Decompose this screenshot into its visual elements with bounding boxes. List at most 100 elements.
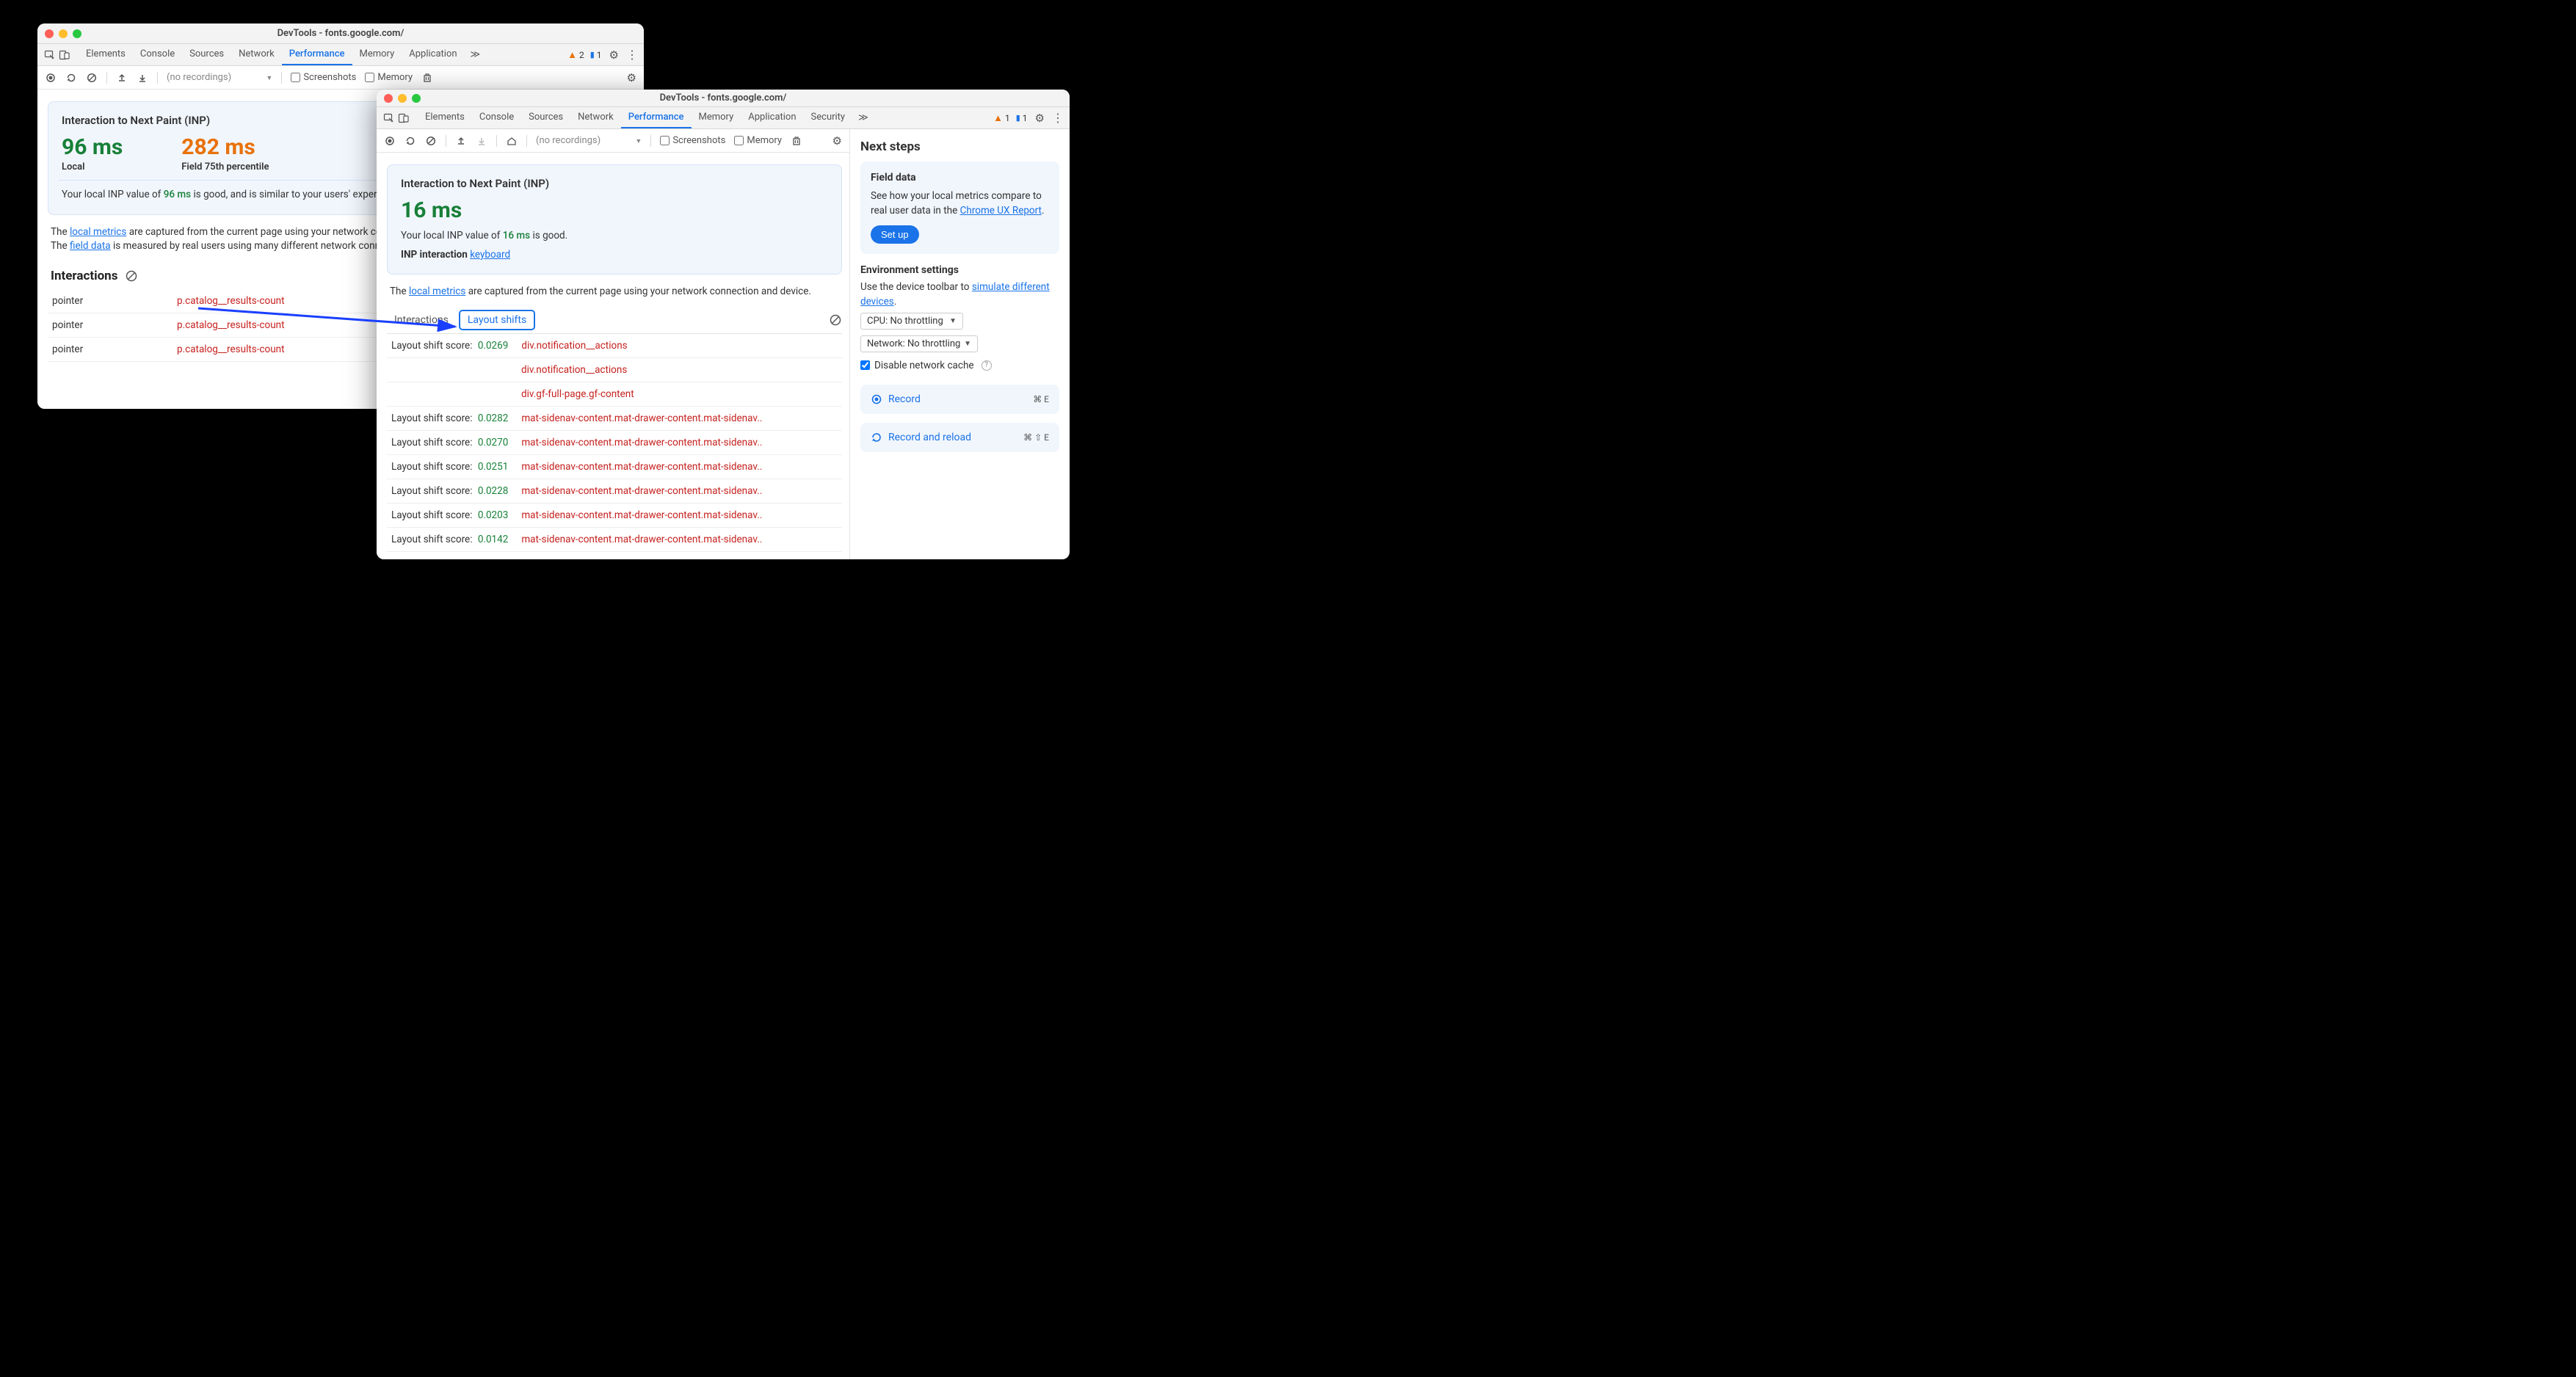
panel-settings-icon[interactable]: ⚙ [832,134,842,148]
tab-sources[interactable]: Sources [521,107,570,128]
recordings-dropdown[interactable]: (no recordings) ▼ [167,72,272,83]
inspect-icon[interactable] [382,112,396,125]
devtools-window-2: DevTools - fonts.google.com/ Elements Co… [377,90,1070,559]
side-heading: Next steps [860,139,1059,154]
record-reload-action[interactable]: Record and reload ⌘ ⇧ E [860,423,1059,452]
warn-count: 1 [1005,113,1010,123]
record-shortcut: ⌘ E [1033,394,1049,404]
field-data-card: Field data See how your local metrics co… [860,161,1059,254]
clear-icon[interactable] [425,135,437,147]
settings-icon[interactable]: ⚙ [1035,112,1045,125]
kebab-icon[interactable]: ⋮ [1052,111,1064,125]
tab-elements[interactable]: Elements [418,107,472,128]
crux-link[interactable]: Chrome UX Report [960,205,1042,217]
reload-icon[interactable] [65,72,77,84]
tab-elements[interactable]: Elements [79,44,133,65]
info-count: 1 [597,50,602,60]
record-icon[interactable] [45,72,57,84]
setup-button[interactable]: Set up [871,225,919,244]
table-row[interactable]: div.gf-full-page.gf-content [387,382,842,407]
record-action[interactable]: Record ⌘ E [860,385,1059,414]
window-title: DevTools - fonts.google.com/ [37,28,644,39]
tab-sources[interactable]: Sources [182,44,231,65]
table-row[interactable]: Layout shift score: 0.0251 mat-sidenav-c… [387,455,842,479]
tab-network[interactable]: Network [231,44,282,65]
record-icon[interactable] [384,135,396,147]
upload-icon[interactable] [116,72,128,84]
table-row[interactable]: Layout shift score: 0.0270 mat-sidenav-c… [387,431,842,455]
tab-interactions[interactable]: Interactions [387,310,456,330]
titlebar: DevTools - fonts.google.com/ [377,90,1070,107]
home-icon[interactable] [506,135,518,147]
inp-interaction-link[interactable]: keyboard [470,249,510,261]
screenshots-checkbox[interactable]: Screenshots [291,72,356,83]
tab-console[interactable]: Console [472,107,521,128]
tab-memory[interactable]: Memory [352,44,402,65]
recordings-dropdown[interactable]: (no recordings) ▼ [536,135,642,146]
warnings-badge[interactable]: ▲2 [567,49,584,61]
panel-settings-icon[interactable]: ⚙ [627,71,636,84]
table-row[interactable]: Layout shift score: 0.0228 mat-sidenav-c… [387,479,842,504]
clear-icon[interactable] [86,72,98,84]
memory-checkbox[interactable]: Memory [734,135,782,146]
device-toolbar-icon[interactable] [397,112,410,125]
kebab-icon[interactable]: ⋮ [626,48,638,62]
main-tabbar: Elements Console Sources Network Perform… [37,44,644,66]
local-metrics-link[interactable]: local metrics [409,286,465,297]
table-row[interactable]: Layout shift score: 0.0282 mat-sidenav-c… [387,407,842,431]
side-panel: Next steps Field data See how your local… [849,129,1070,559]
issues-badge[interactable]: ▮1 [590,50,602,60]
screenshots-checkbox[interactable]: Screenshots [660,135,725,146]
tab-performance[interactable]: Performance [621,107,692,128]
more-tabs-icon[interactable]: ≫ [466,49,485,60]
table-row[interactable]: div.notification__actions [387,358,842,382]
memory-checkbox[interactable]: Memory [365,72,413,83]
env-body: Use the device toolbar to simulate diffe… [860,280,1059,309]
interaction-type: pointer [52,319,177,331]
disable-cache-checkbox[interactable] [860,360,870,370]
tab-memory[interactable]: Memory [692,107,741,128]
inp-local-label: Local [62,161,123,172]
tab-performance[interactable]: Performance [282,44,352,65]
field-data-link[interactable]: field data [70,240,111,252]
settings-icon[interactable]: ⚙ [609,48,619,62]
inp-card: Interaction to Next Paint (INP) 16 ms Yo… [387,164,842,275]
tab-layout-shifts[interactable]: Layout shifts [459,310,535,330]
table-row[interactable]: Layout shift score: 0.0203 mat-sidenav-c… [387,504,842,528]
reload-icon[interactable] [404,135,416,147]
warnings-badge[interactable]: ▲1 [993,112,1010,124]
perf-toolbar: (no recordings) ▼ Screenshots Memory ⚙ [37,66,644,90]
inp-heading: Interaction to Next Paint (INP) [401,177,828,190]
download-icon[interactable] [476,135,487,147]
record-reload-shortcut: ⌘ ⇧ E [1023,432,1049,443]
sub-tablist: Interactions Layout shifts [387,305,842,334]
network-throttle-select[interactable]: Network: No throttling▼ [860,335,978,352]
inspect-icon[interactable] [43,48,57,62]
gc-icon[interactable] [791,135,802,147]
tab-application[interactable]: Application [402,44,464,65]
inp-description: Your local INP value of 16 ms is good. [401,229,828,244]
tab-application[interactable]: Application [741,107,803,128]
device-toolbar-icon[interactable] [58,48,71,62]
issues-badge[interactable]: ▮1 [1016,113,1028,123]
download-icon[interactable] [137,72,148,84]
table-row[interactable]: Layout shift score: 0.0142 mat-sidenav-c… [387,528,842,552]
gc-icon[interactable] [421,72,433,84]
record-label: Record [888,393,921,405]
inp-field-label: Field 75th percentile [181,161,269,172]
table-row[interactable]: Layout shift score: 0.0269 div.notificat… [387,334,842,358]
shift-selector: mat-sidenav-content.mat-drawer-content.m… [521,413,838,424]
more-tabs-icon[interactable]: ≫ [854,112,873,123]
block-icon[interactable] [829,313,842,327]
shift-selector: div.notification__actions [521,364,838,376]
local-metrics-link[interactable]: local metrics [70,226,126,238]
shift-selector: mat-sidenav-content.mat-drawer-content.m… [521,437,838,448]
cpu-throttle-select[interactable]: CPU: No throttling▼ [860,313,963,330]
upload-icon[interactable] [455,135,467,147]
help-icon[interactable]: ? [982,360,992,371]
tab-security[interactable]: Security [804,107,853,128]
tab-network[interactable]: Network [570,107,621,128]
shift-selector: mat-sidenav-content.mat-drawer-content.m… [521,485,838,497]
tab-console[interactable]: Console [133,44,182,65]
env-title: Environment settings [860,264,1059,276]
